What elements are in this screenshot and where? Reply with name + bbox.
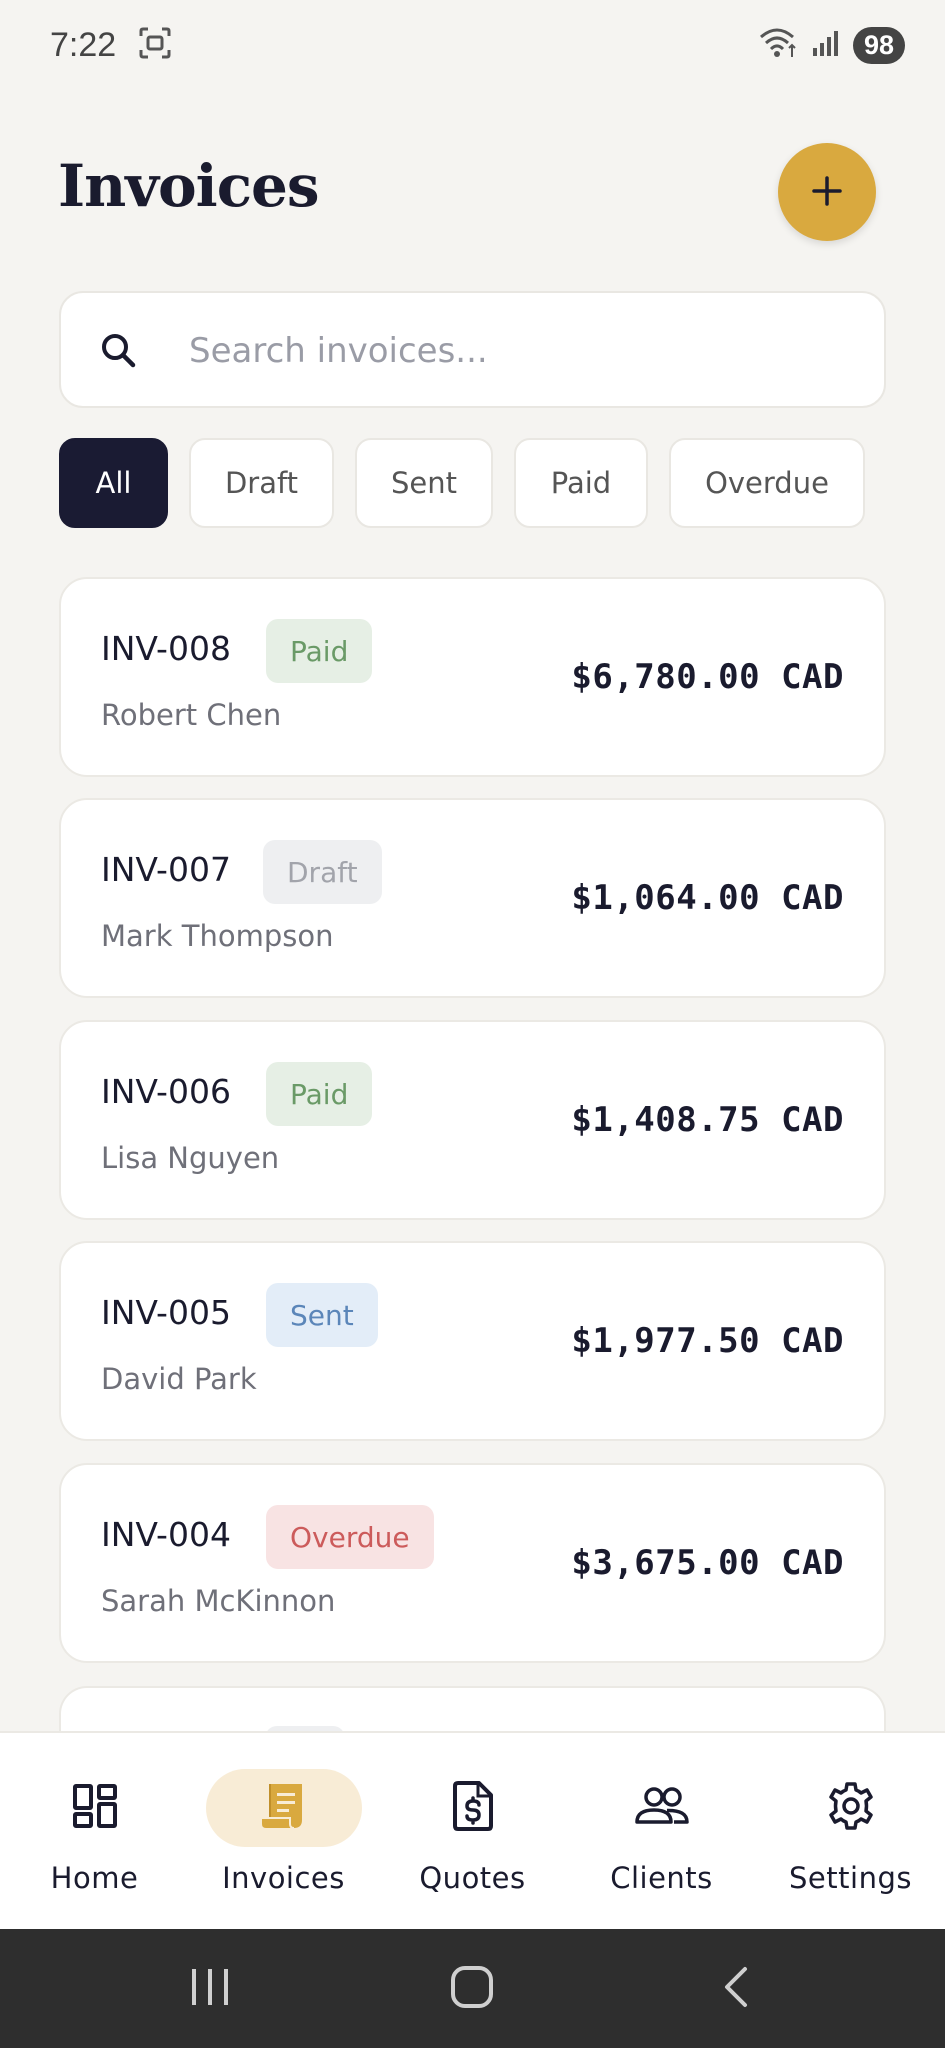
status-badge: Paid — [266, 619, 373, 683]
nav-item-clients[interactable]: Clients — [567, 1733, 756, 1931]
invoice-number: INV-005 — [101, 1293, 231, 1332]
recents-button[interactable] — [160, 1929, 260, 2048]
bottom-nav: Home Invoices Quotes Clients Settings — [0, 1731, 945, 1929]
nav-icon-wrap — [584, 1769, 740, 1847]
search-box[interactable] — [59, 291, 886, 408]
nav-icon-wrap — [17, 1769, 173, 1847]
invoice-amount: $3,675.00 CAD — [571, 1543, 844, 1583]
nav-item-settings[interactable]: Settings — [756, 1733, 945, 1931]
recents-icon — [188, 1967, 232, 2011]
back-button[interactable] — [686, 1929, 786, 2048]
invoice-number: INV-008 — [101, 629, 231, 668]
status-badge: Overdue — [266, 1505, 434, 1569]
invoice-card[interactable]: INV-008 Paid Robert Chen $6,780.00 CAD — [59, 577, 886, 777]
gear-icon — [826, 1781, 876, 1835]
invoice-amount: $6,780.00 CAD — [571, 657, 844, 697]
search-input[interactable] — [189, 313, 849, 388]
invoice-card[interactable]: INV-005 Sent David Park $1,977.50 CAD — [59, 1241, 886, 1441]
home-icon — [450, 1965, 494, 2013]
invoice-number: INV-004 — [101, 1515, 231, 1554]
invoice-amount: $1,408.75 CAD — [571, 1100, 844, 1140]
client-name: Lisa Nguyen — [101, 1141, 280, 1175]
nav-icon-wrap — [395, 1769, 551, 1847]
invoice-amount: $1,064.00 CAD — [571, 878, 844, 918]
nav-label: Invoices — [222, 1861, 345, 1895]
signal-icon — [811, 28, 841, 62]
invoice-number: INV-007 — [101, 850, 231, 889]
receipt-icon — [260, 1780, 308, 1836]
client-name: Mark Thompson — [101, 919, 334, 953]
nav-label: Home — [50, 1861, 139, 1895]
nav-item-home[interactable]: Home — [0, 1733, 189, 1931]
status-right: 98 — [759, 26, 905, 64]
invoice-card[interactable]: INV-004 Overdue Sarah McKinnon $3,675.00… — [59, 1463, 886, 1663]
client-name: Robert Chen — [101, 698, 282, 732]
nav-item-invoices[interactable]: Invoices — [189, 1733, 378, 1931]
status-bar: 7:22 98 — [0, 0, 945, 90]
status-badge: Draft — [263, 840, 382, 904]
filter-chip-draft[interactable]: Draft — [189, 438, 334, 528]
nav-item-quotes[interactable]: Quotes — [378, 1733, 567, 1931]
invoice-card[interactable]: INV-007 Draft Mark Thompson $1,064.00 CA… — [59, 798, 886, 998]
status-badge: Paid — [266, 1062, 373, 1126]
nav-label: Settings — [789, 1861, 912, 1895]
filter-chip-paid[interactable]: Paid — [514, 438, 648, 528]
status-badge: Sent — [266, 1283, 378, 1347]
filter-chip-sent[interactable]: Sent — [355, 438, 493, 528]
nav-label: Quotes — [419, 1861, 526, 1895]
filter-chip-overdue[interactable]: Overdue — [669, 438, 865, 528]
document-dollar-icon — [451, 1780, 495, 1836]
dashboard-icon — [71, 1782, 119, 1834]
back-icon — [721, 1965, 751, 2013]
filter-chip-all[interactable]: All — [59, 438, 168, 528]
add-invoice-button[interactable] — [778, 143, 876, 241]
status-left: 7:22 — [50, 26, 172, 65]
screenshot-icon — [138, 26, 172, 64]
search-icon — [97, 329, 141, 377]
nav-icon-wrap — [773, 1769, 929, 1847]
invoice-card[interactable]: INV-006 Paid Lisa Nguyen $1,408.75 CAD — [59, 1020, 886, 1220]
invoice-number: INV-006 — [101, 1072, 231, 1111]
plus-icon — [810, 174, 844, 211]
wifi-icon — [759, 27, 799, 63]
home-button[interactable] — [422, 1929, 522, 2048]
nav-label: Clients — [610, 1861, 713, 1895]
invoice-amount: $1,977.50 CAD — [571, 1321, 844, 1361]
system-nav-bar — [0, 1929, 945, 2048]
page-title: Invoices — [58, 152, 320, 220]
client-name: Sarah McKinnon — [101, 1584, 336, 1618]
status-time: 7:22 — [50, 25, 117, 64]
people-icon — [634, 1784, 690, 1832]
nav-icon-wrap — [205, 1769, 362, 1847]
battery-indicator: 98 — [852, 26, 905, 64]
client-name: David Park — [101, 1362, 257, 1396]
